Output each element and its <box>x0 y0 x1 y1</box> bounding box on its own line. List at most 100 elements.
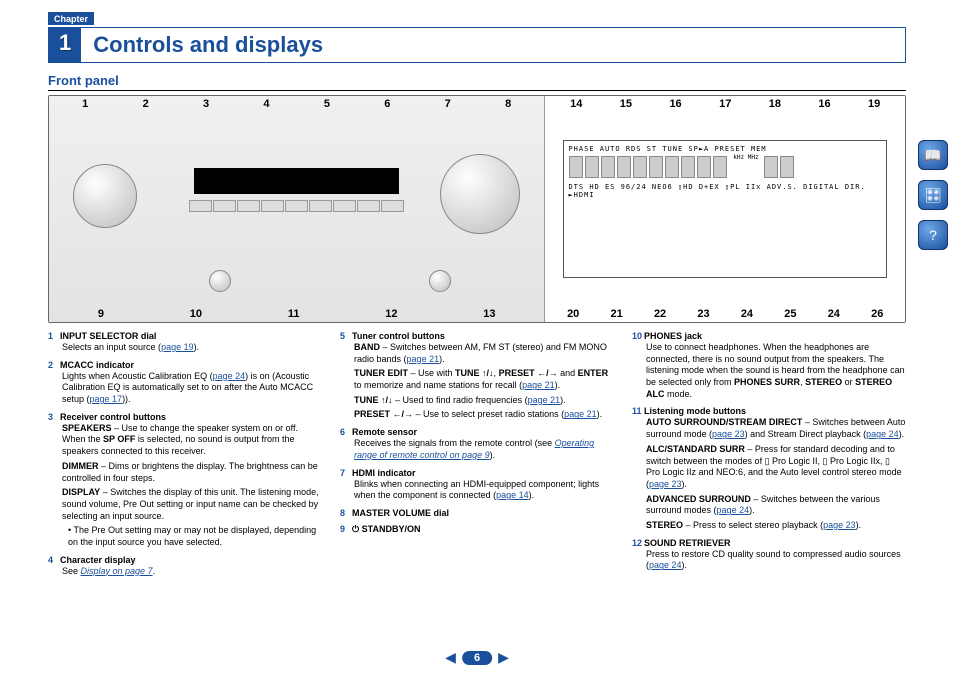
page-link[interactable]: page 23 <box>712 429 745 439</box>
section-title: Front panel <box>48 73 906 91</box>
callout: 22 <box>654 308 666 320</box>
text: . <box>153 566 156 576</box>
pager: ◀ 6 ▶ <box>445 649 509 666</box>
lcd-units: kHz MHz <box>733 155 758 162</box>
text: See <box>62 566 81 576</box>
item-12: 12SOUND RETRIEVER Press to restore CD qu… <box>632 538 906 572</box>
callout: 18 <box>769 98 781 110</box>
text: ). <box>856 520 862 530</box>
item-title: Remote sensor <box>352 427 417 437</box>
character-display <box>194 168 399 194</box>
item-title: ⏻ STANDBY/ON <box>352 524 420 534</box>
page-link[interactable]: page 21 <box>407 354 440 364</box>
label: STEREO <box>805 377 842 387</box>
item-5: 5Tuner control buttons BAND – Switches b… <box>340 331 614 421</box>
page-link[interactable]: page 17 <box>90 394 123 404</box>
help-icon[interactable]: ? <box>918 220 948 250</box>
item-title: Receiver control buttons <box>60 412 166 422</box>
page-link[interactable]: page 23 <box>649 479 682 489</box>
lcd-bottom-row: DTS HD ES 96/24 NEO6 ▯HD D+EX ▯PL IIx AD… <box>568 183 882 199</box>
item-title: INPUT SELECTOR dial <box>60 331 156 341</box>
text: ) and Stream Direct playback ( <box>745 429 867 439</box>
text: ). <box>682 560 688 570</box>
callout: 19 <box>868 98 880 110</box>
page-link[interactable]: page 21 <box>564 409 597 419</box>
page-link[interactable]: page 23 <box>823 520 856 530</box>
label: PRESET ←/→ <box>354 409 413 419</box>
page-link[interactable]: page 24 <box>213 371 246 381</box>
text: Blinks when connecting an HDMI-equipped … <box>354 479 599 501</box>
text: Lights when Acoustic Calibration EQ ( <box>62 371 213 381</box>
text: or <box>842 377 855 387</box>
item-8: 8MASTER VOLUME dial <box>340 508 614 518</box>
text: )). <box>122 394 131 404</box>
callout: 14 <box>570 98 582 110</box>
text: to memorize and name stations for recall… <box>354 380 522 390</box>
chapter-title: Controls and displays <box>81 28 905 62</box>
text: mode. <box>665 389 693 399</box>
text: ). <box>899 429 905 439</box>
page-link[interactable]: page 19 <box>161 342 194 352</box>
item-title: Listening mode buttons <box>644 406 746 416</box>
label: ADVANCED SURROUND <box>646 494 751 504</box>
page-link[interactable]: page 24 <box>866 429 899 439</box>
callout: 16 <box>669 98 681 110</box>
item-title: PHONES jack <box>644 331 702 341</box>
callout: 21 <box>611 308 623 320</box>
text: – Switches the display of this unit. The… <box>62 487 319 520</box>
callout-row-display-bottom: 20 21 22 23 24 25 24 26 <box>545 306 905 322</box>
callout: 4 <box>263 98 269 110</box>
item-2: 2MCACC indicator Lights when Acoustic Ca… <box>48 360 322 406</box>
callout: 5 <box>324 98 330 110</box>
callout-row-display-top: 14 15 16 17 18 16 19 <box>545 96 905 112</box>
front-panel-diagram: 1 2 3 4 5 6 7 8 9 10 11 12 13 14 15 16 1… <box>48 95 906 323</box>
label: PRESET ←/→ <box>499 368 558 378</box>
lcd-panel: PHASE AUTO RDS ST TUNE SP►A PRESET MEM k… <box>563 140 887 278</box>
item-title: MASTER VOLUME dial <box>352 508 449 518</box>
page-link[interactable]: page 24 <box>649 560 682 570</box>
text: and <box>558 368 578 378</box>
label: PHONES SURR <box>734 377 800 387</box>
item-11: 11Listening mode buttons AUTO SURROUND/S… <box>632 406 906 531</box>
page-link[interactable]: page 21 <box>522 380 555 390</box>
text: – Switches between AM, FM ST (stereo) an… <box>354 342 607 364</box>
column-1: 1INPUT SELECTOR dial Selects an input so… <box>48 331 322 583</box>
callout: 6 <box>384 98 390 110</box>
text: – Use with <box>408 368 455 378</box>
text: ). <box>194 342 200 352</box>
item-4: 4Character display See Display on page 7… <box>48 555 322 578</box>
text: – Press to select stereo playback ( <box>683 520 823 530</box>
prev-page-button[interactable]: ◀ <box>445 649 456 666</box>
text: ). <box>597 409 603 419</box>
remote-icon[interactable]: 🎛 <box>918 180 948 210</box>
book-icon[interactable]: 📖 <box>918 140 948 170</box>
callout: 17 <box>719 98 731 110</box>
page-link[interactable]: page 21 <box>528 395 561 405</box>
item-10: 10PHONES jack Use to connect headphones.… <box>632 331 906 400</box>
phones-jack <box>429 270 451 292</box>
text: – Use to select preset radio stations ( <box>413 409 564 419</box>
lcd-top-row: PHASE AUTO RDS ST TUNE SP►A PRESET MEM <box>568 145 882 153</box>
next-page-button[interactable]: ▶ <box>498 649 509 666</box>
item-7: 7HDMI indicator Blinks when connecting a… <box>340 468 614 502</box>
standby-button <box>209 270 231 292</box>
chapter-number: 1 <box>49 28 81 62</box>
page-link[interactable]: page 24 <box>717 505 750 515</box>
text: – Dims or brightens the display. The bri… <box>62 461 318 483</box>
page-link[interactable]: page 14 <box>496 490 529 500</box>
item-title: HDMI indicator <box>352 468 416 478</box>
chapter-label: Chapter <box>48 12 94 25</box>
label: AUTO SURROUND/STREAM DIRECT <box>646 417 802 427</box>
text: ). <box>749 505 755 515</box>
text: ). <box>490 450 496 460</box>
callout: 13 <box>483 308 495 320</box>
page-link[interactable]: Display on page 7 <box>81 566 153 576</box>
text: Selects an input source ( <box>62 342 161 352</box>
callout: 8 <box>505 98 511 110</box>
callout-row-receiver-top: 1 2 3 4 5 6 7 8 <box>49 96 544 112</box>
callout-row-receiver-bottom: 9 10 11 12 13 <box>49 306 544 322</box>
callout: 24 <box>741 308 753 320</box>
callout: 15 <box>620 98 632 110</box>
input-selector-knob <box>73 164 137 228</box>
column-3: 10PHONES jack Use to connect headphones.… <box>632 331 906 583</box>
